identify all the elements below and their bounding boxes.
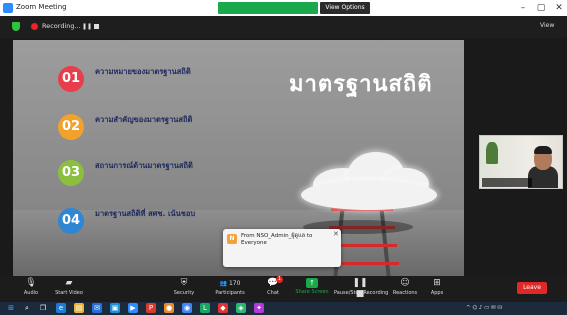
toolbar-label: Security (173, 290, 195, 296)
apps-button[interactable]: ⊞ Apps (424, 276, 450, 302)
edge-browser-icon[interactable]: e (56, 303, 66, 313)
recording-icon: ❚❚ ■ (352, 278, 368, 299)
start-video-button[interactable]: ▰ Start Video (52, 276, 86, 302)
app-orange-icon[interactable]: ● (164, 303, 174, 313)
window-title: Zoom Meeting (16, 3, 67, 11)
participants-count: 170 (228, 280, 241, 287)
item-heading: ความสำคัญของมาตรฐานสถิติ (95, 115, 193, 124)
audio-button[interactable]: 🎙 Audio (16, 276, 46, 302)
windows-start-icon[interactable]: ⊞ (6, 303, 16, 313)
toolbar-label: Apps (430, 290, 444, 296)
powerpoint-icon[interactable]: P (146, 303, 156, 313)
app-green-icon[interactable]: ◈ (236, 303, 246, 313)
leave-button[interactable]: Leave (517, 282, 547, 294)
toolbar-label: Participants (215, 290, 245, 296)
zoom-logo-icon (3, 3, 13, 13)
search-icon[interactable]: ⌕ (22, 303, 32, 313)
item-number-badge: 02 (58, 114, 84, 140)
view-button[interactable]: View (540, 20, 554, 32)
store-icon[interactable]: ▣ (110, 303, 120, 313)
reactions-icon: ☺ (400, 278, 410, 288)
chat-button[interactable]: 💬 1 Chat (260, 276, 286, 302)
view-options-button[interactable]: View Options (320, 2, 370, 14)
recording-dot-icon (31, 23, 38, 30)
item-number-badge: 04 (58, 208, 84, 234)
participants-icon: 👥 170 (219, 280, 241, 287)
toolbar-label: Reactions (392, 290, 418, 296)
share-screen-button[interactable]: ↑ Share Screen (294, 276, 330, 302)
toolbar-label: Start Video (55, 290, 83, 296)
chat-close-icon[interactable]: ✕ (333, 230, 339, 238)
restore-button[interactable]: ▢ (533, 1, 549, 15)
plant-icon (486, 142, 498, 164)
recording-label: Recording... (42, 22, 81, 30)
file-explorer-icon[interactable]: ▤ (74, 303, 84, 313)
task-view-icon[interactable]: ❐ (38, 303, 48, 313)
screen-share-banner (218, 2, 318, 14)
line-app-icon[interactable]: L (200, 303, 210, 313)
system-tray-icons[interactable]: ^ ⌬ ♪ ▭ ✉ ⛁ (466, 304, 502, 313)
microphone-icon: 🎙 (25, 278, 37, 288)
pause-stop-recording-button[interactable]: ❚❚ ■ Pause/Stop Recording (334, 276, 389, 302)
encryption-shield-icon[interactable] (12, 22, 20, 31)
toolbar-label: Chat (267, 290, 279, 296)
person-hair (534, 146, 552, 154)
apps-icon: ⊞ (433, 278, 441, 288)
toolbar-label: Share Screen (295, 289, 329, 295)
toolbar-label: Audio (23, 290, 39, 296)
participant-video-tile[interactable] (479, 135, 563, 189)
app-red-icon[interactable]: ◆ (218, 303, 228, 313)
security-button[interactable]: ⛨ Security (168, 276, 200, 302)
toolbar-label: Pause/Stop Recording (334, 290, 389, 296)
mail-icon[interactable]: ✉ (92, 303, 102, 313)
shield-icon: ⛨ (180, 278, 188, 288)
pause-recording-icon[interactable]: ❚❚ (82, 21, 92, 32)
minimize-button[interactable]: – (515, 1, 531, 15)
item-number-badge: 03 (58, 160, 84, 186)
item-heading: มาตรฐานสถิติที่ สศช. เน้นชอบ (95, 209, 196, 218)
item-heading: สถานการณ์ด้านมาตรฐานสถิติ (95, 161, 193, 170)
participants-button[interactable]: 👥 170 Participants (210, 276, 250, 302)
reactions-button[interactable]: ☺ Reactions (390, 276, 420, 302)
app-purple-icon[interactable]: ✦ (254, 303, 264, 313)
chat-sender-line: From NSO_Admin_ผู้ดูแล to Everyone (241, 233, 313, 246)
video-icon: ▰ (65, 278, 73, 288)
chat-notification[interactable]: N From NSO_Admin_ผู้ดูแล to Everyone ✕ (223, 229, 341, 267)
chat-icon: 💬 1 (267, 276, 283, 288)
slide-title: มาตรฐานสถิติ (289, 72, 433, 97)
item-heading: ความหมายของมาตรฐานสถิติ (95, 67, 191, 76)
stop-recording-icon[interactable] (94, 24, 99, 29)
cloud (301, 180, 437, 210)
chat-unread-badge: 1 (276, 276, 283, 283)
chrome-icon[interactable]: ◉ (182, 303, 192, 313)
participant-name-label (482, 178, 532, 187)
share-screen-icon: ↑ (306, 278, 318, 288)
close-button[interactable]: ✕ (551, 1, 567, 15)
zoom-taskbar-icon[interactable]: ▶ (128, 303, 138, 313)
item-number-badge: 01 (58, 66, 84, 92)
chat-sender-avatar: N (227, 234, 237, 244)
